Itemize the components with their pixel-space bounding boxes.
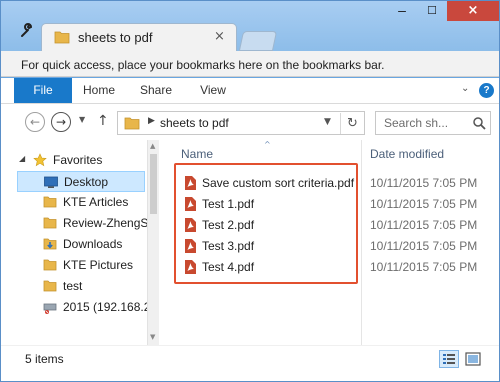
desktop-icon [44,176,58,188]
close-button[interactable]: × [447,1,499,21]
details-view-button[interactable] [439,350,459,368]
sidebar-scrollbar[interactable]: ▲ ▼ [147,140,159,345]
large-icons-view-icon [465,352,481,366]
scroll-up-icon[interactable]: ▲ [150,142,155,150]
back-button[interactable]: ← [25,112,45,132]
tab-home[interactable]: Home [73,78,125,103]
wrench-icon[interactable] [19,23,35,39]
forward-button[interactable]: → [51,112,71,132]
recent-locations-icon[interactable]: ▼ [79,115,85,124]
folder-icon [43,259,57,271]
help-icon[interactable]: ? [479,83,494,98]
navigation-bar: ← → ▼ ↑ ▶ sheets to pdf ▼ ↻ Search sh... [1,104,499,140]
tab-sheets-to-pdf[interactable]: sheets to pdf × [41,23,237,51]
address-dropdown-icon[interactable]: ▼ [324,117,331,127]
sidebar-item-label: Review-ZhengS [63,216,147,230]
file-date: 10/11/2015 7:05 PM [370,197,478,211]
folder-icon [43,217,57,229]
sidebar-item-label: 2015 (192.168.2 [63,300,147,314]
file-date: 10/11/2015 7:05 PM [370,239,478,253]
sidebar-item-desktop[interactable]: Desktop [17,171,145,192]
file-list: ^ Name Date modified Save custom sort cr… [161,140,499,345]
sort-ascending-icon: ^ [264,140,271,149]
status-bar: 5 items [1,345,499,381]
network-drive-icon [43,303,57,314]
column-header-name[interactable]: Name [181,147,213,161]
explorer-window: sheets to pdf × – ☐ × For quick access, … [0,0,500,382]
large-icons-view-button[interactable] [463,350,483,368]
content-area: ◢ Favorites Desktop KTE Articles Review-… [1,140,499,345]
item-count: 5 items [25,352,64,366]
search-input[interactable]: Search sh... [375,111,491,135]
breadcrumb-separator-icon[interactable]: ▶ [148,116,155,126]
bookmarks-bar: For quick access, place your bookmarks h… [1,51,499,77]
star-icon [33,153,47,167]
up-button[interactable]: ↑ [97,113,109,129]
minimize-button[interactable]: – [387,1,417,21]
file-date: 10/11/2015 7:05 PM [370,218,478,232]
tab-file[interactable]: File [14,78,72,103]
downloads-icon [43,238,57,250]
file-date: 10/11/2015 7:05 PM [370,176,478,190]
ribbon: File Home Share View ⌄ ? [1,78,499,104]
details-view-icon [443,354,455,364]
maximize-button[interactable]: ☐ [417,1,447,21]
expand-arrow-icon[interactable]: ◢ [19,154,25,163]
sidebar-item-label: Favorites [53,153,103,167]
folder-icon [124,117,140,130]
sidebar-item-kte-articles[interactable]: KTE Articles [17,192,145,213]
folder-icon [43,280,57,292]
tab-title: sheets to pdf [78,30,153,45]
file-date: 10/11/2015 7:05 PM [370,260,478,274]
sidebar-item-downloads[interactable]: Downloads [17,234,145,255]
sidebar-item-review-zhengs[interactable]: Review-ZhengS [17,213,147,234]
column-header-date-modified[interactable]: Date modified [370,147,444,161]
sidebar-item-label: Desktop [64,175,109,189]
folder-icon [43,196,57,208]
sidebar-item-network-drive[interactable]: 2015 (192.168.2 [17,297,147,318]
sidebar-item-label: KTE Pictures [63,258,134,272]
search-placeholder: Search sh... [384,116,449,130]
sidebar-item-label: test [63,279,83,293]
sidebar-item-kte-pictures[interactable]: KTE Pictures [17,255,145,276]
sidebar-item-favorites[interactable]: ◢ Favorites [17,150,145,171]
tab-share[interactable]: Share [131,78,181,103]
title-bar: sheets to pdf × – ☐ × [1,1,499,51]
address-bar[interactable]: ▶ sheets to pdf ▼ ↻ [117,111,365,135]
bookmarks-bar-hint: For quick access, place your bookmarks h… [21,58,385,72]
sidebar-item-label: KTE Articles [63,195,129,209]
refresh-button[interactable]: ↻ [340,113,364,134]
search-icon[interactable] [472,116,486,130]
sidebar-item-test[interactable]: test [17,276,145,297]
selection-highlight-box [174,163,358,284]
tab-close-icon[interactable]: × [214,29,225,44]
expand-ribbon-icon[interactable]: ⌄ [461,83,469,94]
breadcrumb-sheets-to-pdf[interactable]: sheets to pdf [160,116,229,130]
sidebar-item-label: Downloads [63,237,123,251]
navigation-pane: ◢ Favorites Desktop KTE Articles Review-… [1,140,159,345]
scrollbar-thumb[interactable] [150,154,157,214]
scroll-down-icon[interactable]: ▼ [150,333,155,341]
folder-icon [54,31,70,44]
tab-view[interactable]: View [189,78,237,103]
new-tab-button[interactable] [238,31,278,51]
